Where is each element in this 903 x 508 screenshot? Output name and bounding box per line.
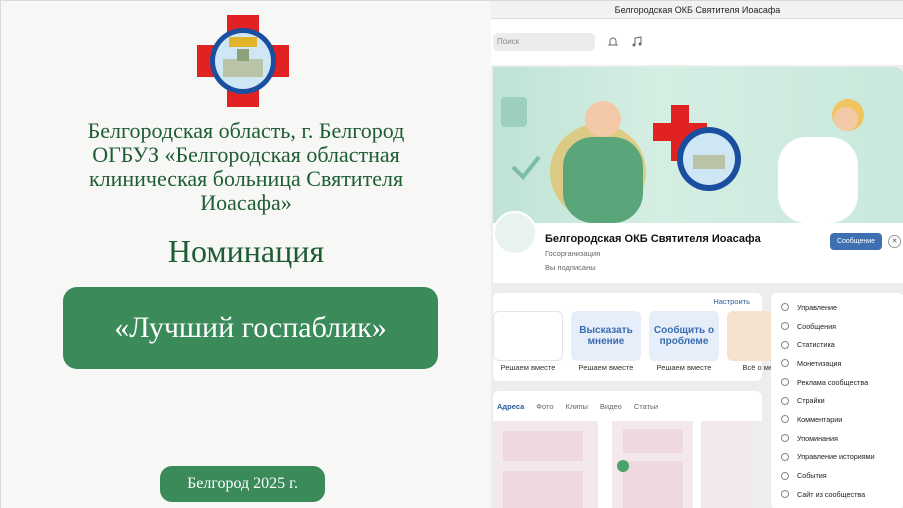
tab-clips[interactable]: Клипы (566, 402, 588, 411)
award-title: «Лучший госпаблик» (63, 287, 438, 369)
community-type: Госорганизация (545, 249, 601, 258)
calendar-icon (781, 471, 789, 480)
region-line: Иоасафа» (200, 190, 292, 215)
slide: Белгородская область, г. Белгород ОГБУЗ … (0, 0, 903, 508)
subscription-status[interactable]: Вы подписаны (545, 263, 596, 272)
setup-link[interactable]: Настроить (713, 297, 750, 306)
menu-item-events[interactable]: События (781, 466, 903, 485)
gear-icon (781, 303, 789, 312)
map-view[interactable] (493, 421, 752, 508)
community-menu: Управление Сообщения Статистика Монетиза… (771, 293, 903, 508)
menu-item-messages[interactable]: Сообщения (781, 317, 903, 336)
region-line: ОГБУЗ «Белгородская областная (92, 142, 400, 167)
menu-item-comments[interactable]: Комментарии (781, 410, 903, 429)
menu-item-monetization[interactable]: Монетизация (781, 354, 903, 373)
tab-videos[interactable]: Видео (600, 402, 622, 411)
tab-photos[interactable]: Фото (536, 402, 553, 411)
search-input[interactable]: Поиск (493, 33, 595, 51)
message-icon (781, 322, 789, 331)
widgets-block: Настроить Высказать мнение Сообщить о пр… (493, 293, 797, 381)
map-icon (503, 421, 701, 508)
music-icon[interactable] (631, 36, 643, 48)
window-title: Белгородская ОКБ Святителя Иоасафа (491, 1, 903, 19)
organization-title: Белгородская область, г. Белгород ОГБУЗ … (21, 119, 471, 215)
stats-icon (781, 340, 789, 349)
widget-caption: Решаем вместе (578, 363, 634, 372)
widget-card[interactable]: Высказать мнение (571, 311, 641, 361)
community-header: Белгородская ОКБ Святителя Иоасафа Госор… (493, 211, 903, 283)
cover-illustration-icon (501, 97, 864, 223)
globe-icon (781, 490, 789, 499)
bell-icon[interactable] (607, 36, 619, 48)
mention-icon (781, 434, 789, 443)
coin-icon (781, 359, 789, 368)
menu-item-site[interactable]: Сайт из сообщества (781, 485, 903, 504)
widget-caption: Решаем вместе (656, 363, 712, 372)
widget-card[interactable] (493, 311, 563, 361)
menu-item-stats[interactable]: Статистика (781, 335, 903, 354)
cover-image (493, 67, 903, 223)
hospital-logo-icon (197, 15, 289, 107)
vk-screenshot: Белгородская ОКБ Святителя Иоасафа Поиск (491, 1, 903, 508)
top-bar: Поиск (491, 19, 903, 65)
widget-caption: Решаем вместе (500, 363, 556, 372)
comment-icon (781, 415, 789, 424)
ads-icon (781, 378, 789, 387)
more-icon[interactable]: ✕ (888, 235, 901, 248)
stories-icon (781, 452, 789, 461)
message-button[interactable]: Сообщение (830, 233, 882, 250)
region-line: клиническая больница Святителя (88, 166, 404, 191)
menu-item-ads[interactable]: Реклама сообщества (781, 373, 903, 392)
warning-icon (781, 396, 789, 405)
tab-addresses[interactable]: Адреса (497, 402, 524, 411)
community-name: Белгородская ОКБ Святителя Иоасафа (545, 233, 761, 245)
region-line: Белгородская область, г. Белгород (87, 118, 405, 143)
tab-articles[interactable]: Статьи (634, 402, 658, 411)
nomination-heading: Номинация (167, 233, 325, 269)
left-panel: Белгородская область, г. Белгород ОГБУЗ … (1, 1, 491, 508)
avatar[interactable] (493, 211, 537, 255)
menu-item-mentions[interactable]: Упоминания (781, 429, 903, 448)
menu-item-manage[interactable]: Управление (781, 298, 903, 317)
menu-item-strikes[interactable]: Страйки (781, 391, 903, 410)
city-year-badge: Белгород 2025 г. (160, 466, 325, 502)
widget-card[interactable]: Сообщить о проблеме (649, 311, 719, 361)
content-tabs: Адреса Фото Клипы Видео Статьи (493, 391, 762, 421)
menu-item-stories[interactable]: Управление историями (781, 448, 903, 467)
